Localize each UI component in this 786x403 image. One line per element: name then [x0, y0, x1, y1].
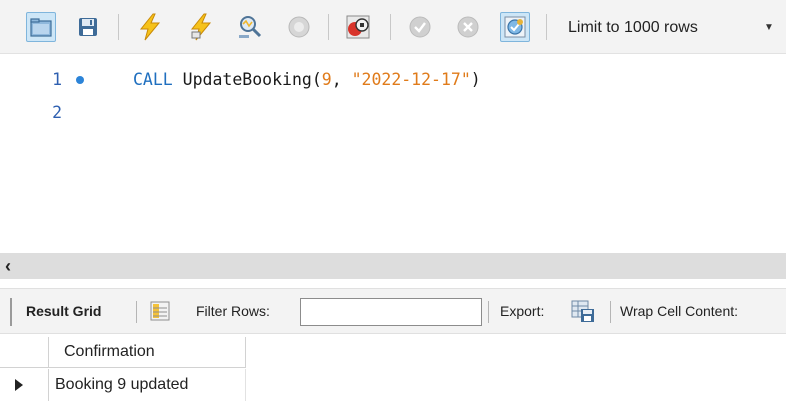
chevron-down-icon: ▼ [764, 22, 774, 33]
stop-execution-button[interactable] [284, 12, 314, 42]
current-row-arrow-icon [15, 379, 23, 391]
result-grid-tab[interactable]: Result Grid [26, 303, 101, 319]
open-sql-file-icon [30, 18, 52, 37]
stop-execution-icon [288, 16, 310, 38]
number-token: 9 [321, 70, 332, 89]
sql-editor[interactable]: 1 CALL UpdateBooking(9, "2022-12-17") 2 [0, 55, 786, 253]
row-indicator[interactable] [0, 369, 49, 401]
table-cell[interactable]: Booking 9 updated [55, 376, 188, 394]
grid-view-icon [150, 301, 170, 321]
stop-on-error-toggle-icon [346, 15, 370, 39]
commit-button[interactable] [405, 12, 435, 42]
row-indicator-header [0, 337, 49, 368]
statement-marker-icon [76, 76, 84, 84]
toolbar-separator [136, 301, 137, 323]
export-icon [571, 300, 594, 322]
autocommit-check-icon [409, 16, 431, 38]
toolbar-separator [390, 14, 391, 40]
execute-current-lightning-icon [190, 13, 212, 41]
toolbar-separator [610, 301, 611, 323]
export-label: Export: [500, 303, 545, 319]
execute-button[interactable] [135, 12, 165, 42]
result-grid: Confirmation Booking 9 updated [0, 335, 786, 403]
filter-rows-input[interactable] [300, 298, 482, 326]
comma-token: , [331, 70, 352, 89]
keyword-token: CALL [133, 70, 173, 89]
procedure-name-token: UpdateBooking [172, 70, 312, 89]
execute-lightning-icon [139, 13, 161, 41]
toolbar-grip [10, 298, 12, 326]
table-row[interactable]: Booking 9 updated [0, 369, 246, 401]
horizontal-scrollbar[interactable]: ‹ [0, 253, 786, 279]
export-button[interactable] [570, 298, 596, 329]
toolbar-separator [546, 14, 547, 40]
grid-header-row: Confirmation [0, 337, 246, 368]
wrap-cell-content-label: Wrap Cell Content: [620, 303, 739, 319]
open-sql-file-button[interactable] [26, 12, 56, 42]
limit-rows-select[interactable]: Limit to 1000 rows ▼ [556, 14, 786, 42]
code-text: CALL UpdateBooking(9, "2022-12-17") [133, 67, 481, 93]
execute-current-button[interactable] [186, 12, 216, 42]
column-header-confirmation[interactable]: Confirmation [64, 343, 155, 361]
save-script-button[interactable] [73, 12, 103, 42]
grid-toggle-button[interactable] [150, 301, 170, 326]
scroll-left-arrow-icon[interactable]: ‹ [5, 255, 11, 277]
line-number: 1 [52, 70, 62, 89]
line-number: 2 [52, 103, 62, 122]
paren-open-token: ( [311, 70, 322, 89]
toolbar-separator [118, 14, 119, 40]
explain-button[interactable] [235, 12, 265, 42]
string-token: "2022-12-17" [351, 70, 471, 89]
toggle-autocommit-button[interactable] [500, 12, 530, 42]
rollback-icon [457, 16, 479, 38]
toolbar-separator [328, 14, 329, 40]
code-line: 1 CALL UpdateBooking(9, "2022-12-17") [0, 67, 786, 93]
code-line: 2 [0, 100, 786, 126]
stop-on-error-toggle-button[interactable] [343, 12, 373, 42]
beautify-toggle-icon [504, 16, 526, 38]
limit-rows-value: Limit to 1000 rows [568, 19, 698, 36]
sql-editor-toolbar: Limit to 1000 rows ▼ [0, 0, 786, 54]
explain-magnifier-icon [239, 16, 262, 38]
results-toolbar: Result Grid Filter Rows: Export: Wrap Ce… [0, 288, 786, 334]
toolbar-separator [488, 301, 489, 323]
paren-close-token: ) [470, 70, 481, 89]
save-script-icon [79, 18, 97, 36]
filter-rows-label: Filter Rows: [196, 303, 270, 319]
rollback-button[interactable] [453, 12, 483, 42]
